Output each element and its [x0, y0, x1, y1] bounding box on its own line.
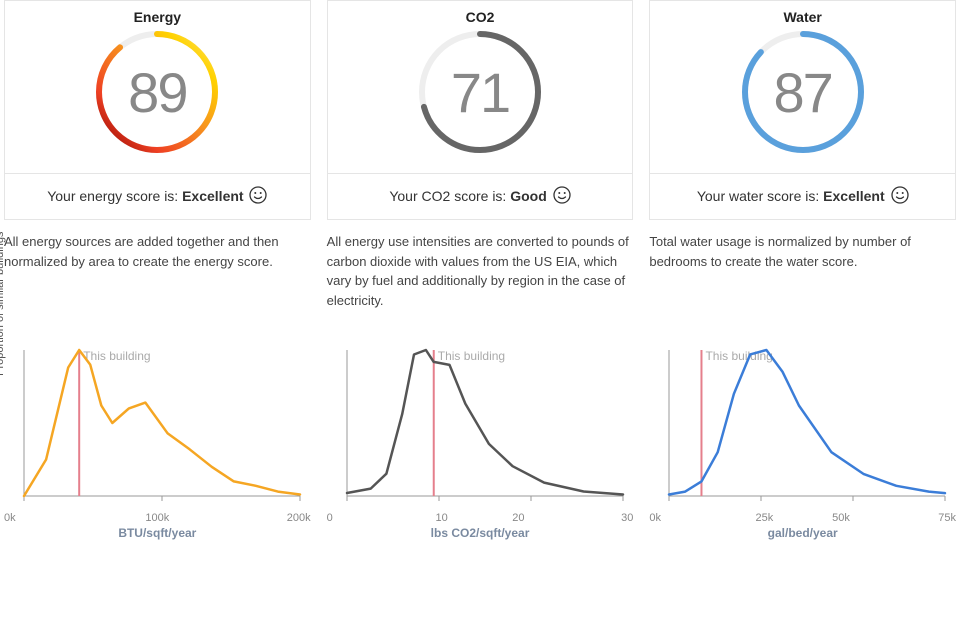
x-axis-label: gal/bed/year	[649, 526, 956, 540]
x-ticks: 0k 100k 200k	[4, 510, 311, 524]
card-title: CO2	[466, 9, 495, 25]
x-axis-label: lbs CO2/sqft/year	[327, 526, 634, 540]
chart-water: This building 0k 25k 50k 75k gal/bed/yea…	[649, 340, 956, 540]
svg-text:This building: This building	[83, 349, 150, 363]
distribution-chart: This building	[327, 340, 627, 510]
svg-text:This building: This building	[437, 349, 504, 363]
distribution-chart: This building	[4, 340, 304, 510]
score-value: 71	[415, 27, 545, 157]
score-cards-row: Energy 89	[0, 0, 960, 220]
smiley-icon	[249, 186, 267, 207]
card-title: Energy	[134, 9, 181, 25]
score-gauge: 89	[92, 27, 222, 157]
smiley-icon	[553, 186, 571, 207]
score-card-energy: Energy 89	[4, 0, 311, 220]
charts-row: Proportion of similar buildings This bui…	[0, 310, 960, 540]
desc-water: Total water usage is normalized by numbe…	[649, 232, 956, 310]
score-card-co2: CO2 71 Your CO2 score is: Good	[327, 0, 634, 220]
score-card-water: Water 87 Your water score is: Excellent	[649, 0, 956, 220]
chart-co2: This building 0 10 20 30 lbs CO2/sqft/ye…	[327, 340, 634, 540]
desc-co2: All energy use intensities are converted…	[327, 232, 634, 310]
score-gauge: 71	[415, 27, 545, 157]
x-ticks: 0k 25k 50k 75k	[649, 510, 956, 524]
score-status: Your energy score is: Excellent	[5, 173, 310, 219]
score-value: 87	[738, 27, 868, 157]
score-value: 89	[92, 27, 222, 157]
card-title: Water	[783, 9, 821, 25]
smiley-icon	[891, 186, 909, 207]
x-ticks: 0 10 20 30	[327, 510, 634, 524]
score-status: Your water score is: Excellent	[650, 173, 955, 219]
desc-energy: All energy sources are added together an…	[4, 232, 311, 310]
distribution-chart: This building	[649, 340, 949, 510]
descriptions-row: All energy sources are added together an…	[0, 220, 960, 310]
chart-energy: This building 0k 100k 200k BTU/sqft/year	[4, 340, 311, 540]
score-gauge: 87	[738, 27, 868, 157]
x-axis-label: BTU/sqft/year	[4, 526, 311, 540]
score-status: Your CO2 score is: Good	[328, 173, 633, 219]
